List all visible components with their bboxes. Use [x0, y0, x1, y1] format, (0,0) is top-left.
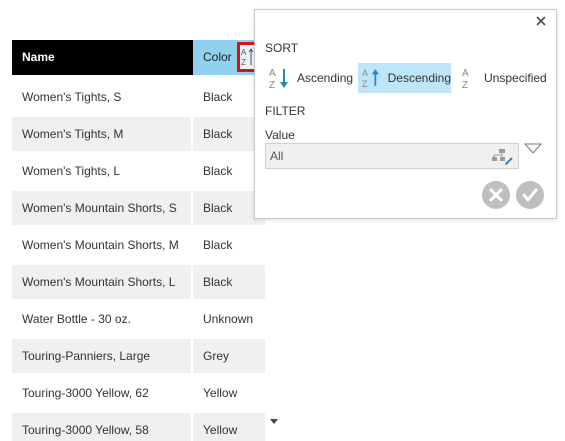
table-row[interactable]: Women's Tights, M Black	[12, 117, 265, 151]
sort-filter-popup: SORT A Z Ascending A Z Descending A Z Un…	[254, 9, 557, 219]
cell-name: Touring-3000 Yellow, 58	[12, 413, 191, 441]
cell-name: Women's Tights, L	[12, 154, 191, 188]
column-header-name[interactable]: Name	[12, 40, 193, 75]
chevron-down-icon[interactable]	[524, 143, 542, 155]
cell-name: Women's Mountain Shorts, S	[12, 191, 191, 225]
cell-name: Women's Mountain Shorts, M	[12, 228, 191, 262]
table-row[interactable]: Women's Tights, S Black	[12, 80, 265, 114]
cancel-button[interactable]	[482, 181, 510, 209]
cell-name: Women's Mountain Shorts, L	[12, 265, 191, 299]
sort-unspecified-option[interactable]: A Z Unspecified	[458, 63, 553, 93]
table-row[interactable]: Women's Mountain Shorts, S Black	[12, 191, 265, 225]
sort-descending-label: Descending	[387, 71, 451, 85]
data-table: Name Color A Z Women's Tights, S Black W…	[12, 40, 267, 441]
cell-name: Women's Tights, S	[12, 80, 191, 114]
scroll-down-arrow-icon[interactable]	[270, 417, 278, 425]
hierarchy-filter-icon[interactable]	[490, 148, 514, 166]
cell-name: Women's Tights, M	[12, 117, 191, 151]
sort-options: A Z Ascending A Z Descending A Z Unspeci…	[265, 63, 555, 93]
sort-unspecified-icon: A Z	[462, 68, 469, 90]
table-row[interactable]: Touring-3000 Yellow, 62 Yellow	[12, 376, 265, 410]
ok-button[interactable]	[516, 181, 544, 209]
svg-text:Z: Z	[269, 80, 275, 90]
sort-ascending-label: Ascending	[297, 71, 354, 85]
column-header-color-label: Color	[203, 50, 232, 64]
table-header: Name Color A Z	[12, 40, 267, 75]
table-row[interactable]: Women's Tights, L Black	[12, 154, 265, 188]
value-label: Value	[265, 128, 295, 142]
close-icon[interactable]	[535, 15, 547, 27]
checkmark-icon	[522, 188, 538, 202]
table-row[interactable]: Water Bottle - 30 oz. Unknown	[12, 302, 265, 336]
svg-text:A: A	[462, 68, 469, 79]
table-row[interactable]: Women's Mountain Shorts, L Black	[12, 265, 265, 299]
sort-section-title: SORT	[265, 41, 299, 55]
sort-descending-option[interactable]: A Z Descending	[358, 63, 451, 93]
cell-color: Black	[193, 265, 265, 299]
cancel-x-icon	[489, 188, 503, 202]
sort-ascending-icon: A Z	[269, 68, 288, 90]
svg-text:Z: Z	[241, 58, 246, 67]
table-row[interactable]: Touring-Panniers, Large Grey	[12, 339, 265, 373]
table-row[interactable]: Women's Mountain Shorts, M Black	[12, 228, 265, 262]
cell-color: Grey	[193, 339, 265, 373]
sort-az-icon: A Z	[241, 48, 254, 67]
cell-name: Touring-Panniers, Large	[12, 339, 191, 373]
svg-text:A: A	[241, 48, 247, 57]
cell-color: Yellow	[193, 376, 265, 410]
cell-color: Unknown	[193, 302, 265, 336]
cell-name: Water Bottle - 30 oz.	[12, 302, 191, 336]
sort-unspecified-label: Unspecified	[484, 71, 547, 85]
svg-text:Z: Z	[362, 79, 368, 89]
sort-ascending-option[interactable]: A Z Ascending	[265, 63, 355, 93]
svg-text:A: A	[269, 68, 276, 79]
table-row[interactable]: Touring-3000 Yellow, 58 Yellow	[12, 413, 265, 441]
sort-descending-icon: A Z	[362, 68, 379, 89]
value-filter-input[interactable]: All	[265, 143, 519, 169]
cell-name: Touring-3000 Yellow, 62	[12, 376, 191, 410]
cell-color: Yellow	[193, 413, 265, 441]
value-filter-text: All	[270, 149, 284, 163]
svg-text:A: A	[362, 68, 368, 78]
filter-section-title: FILTER	[265, 104, 306, 118]
svg-text:Z: Z	[462, 80, 468, 90]
cell-color: Black	[193, 228, 265, 262]
